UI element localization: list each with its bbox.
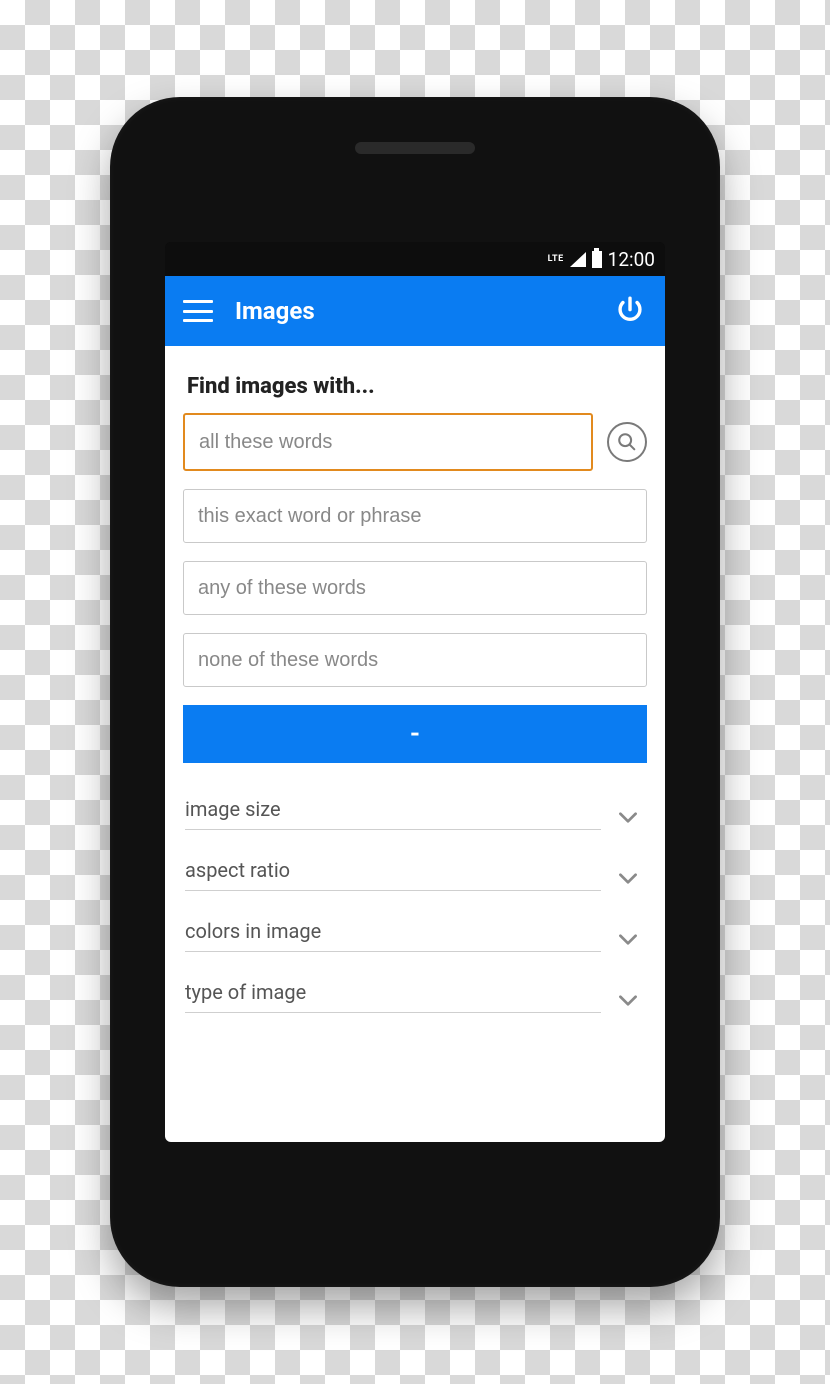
image-size-dropdown[interactable]: image size bbox=[183, 777, 647, 838]
type-label: type of image bbox=[185, 980, 601, 1013]
search-icon[interactable] bbox=[607, 422, 647, 462]
signal-icon bbox=[570, 252, 586, 267]
menu-icon[interactable] bbox=[183, 300, 213, 322]
collapse-button[interactable]: - bbox=[183, 705, 647, 763]
app-bar-title: Images bbox=[235, 297, 315, 325]
chevron-down-icon bbox=[615, 804, 641, 830]
chevron-down-icon bbox=[615, 987, 641, 1013]
phone-frame: LTE 12:00 Images Find images with... bbox=[110, 97, 720, 1287]
aspect-ratio-label: aspect ratio bbox=[185, 858, 601, 891]
phone-screen: LTE 12:00 Images Find images with... bbox=[165, 242, 665, 1142]
colors-dropdown[interactable]: colors in image bbox=[183, 899, 647, 960]
none-words-input[interactable] bbox=[183, 633, 647, 687]
all-words-input[interactable] bbox=[183, 413, 593, 471]
network-label: LTE bbox=[548, 254, 564, 264]
content-area: Find images with... - bbox=[165, 346, 665, 1142]
aspect-ratio-dropdown[interactable]: aspect ratio bbox=[183, 838, 647, 899]
image-size-label: image size bbox=[185, 797, 601, 830]
any-words-input[interactable] bbox=[183, 561, 647, 615]
battery-icon bbox=[592, 251, 602, 268]
chevron-down-icon bbox=[615, 865, 641, 891]
app-bar: Images bbox=[165, 276, 665, 346]
type-dropdown[interactable]: type of image bbox=[183, 960, 647, 1021]
phone-earpiece bbox=[355, 142, 475, 154]
exact-phrase-input[interactable] bbox=[183, 489, 647, 543]
status-bar: LTE 12:00 bbox=[165, 242, 665, 276]
colors-label: colors in image bbox=[185, 919, 601, 952]
section-heading: Find images with... bbox=[187, 374, 647, 399]
chevron-down-icon bbox=[615, 926, 641, 952]
power-icon[interactable] bbox=[613, 294, 647, 328]
clock: 12:00 bbox=[608, 248, 655, 271]
